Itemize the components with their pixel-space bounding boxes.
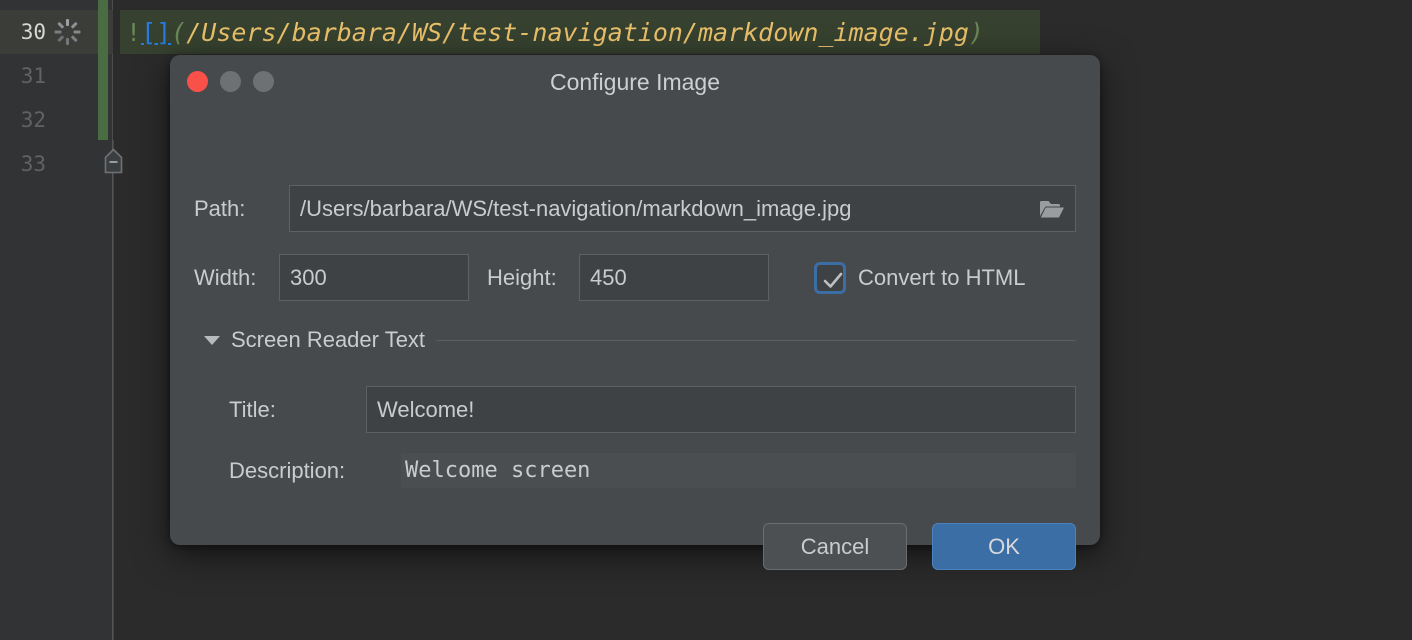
dialog-title-bar[interactable]: Configure Image xyxy=(170,55,1100,111)
editor-active-line[interactable]: ![](/Users/barbara/WS/test-navigation/ma… xyxy=(120,10,1040,54)
checkmark-icon xyxy=(823,272,843,288)
width-input[interactable]: 300 xyxy=(279,254,469,301)
cancel-button[interactable]: Cancel xyxy=(763,523,907,570)
markdown-brackets[interactable]: [] xyxy=(141,18,171,47)
screen-root: 30 31 32 33 ![](/Users/barbara/WS/test-n… xyxy=(0,0,1412,640)
chevron-down-icon[interactable] xyxy=(204,335,220,345)
fold-collapse-icon[interactable] xyxy=(104,148,123,174)
gutter-line-31[interactable]: 31 xyxy=(0,54,113,98)
markdown-bang: ! xyxy=(126,17,142,47)
markdown-image-path[interactable]: /Users/barbara/WS/test-navigation/markdo… xyxy=(186,18,969,47)
vcs-change-marker[interactable] xyxy=(98,0,108,140)
convert-to-html-checkbox[interactable] xyxy=(814,261,846,294)
line-number: 30 xyxy=(20,20,46,44)
folder-open-icon[interactable] xyxy=(1039,198,1065,219)
section-divider xyxy=(436,339,1076,341)
width-label: Width: xyxy=(194,264,257,290)
line-number: 32 xyxy=(20,108,46,132)
path-row: Path: /Users/barbara/WS/test-navigation/… xyxy=(194,185,1076,232)
gutter-line-33[interactable]: 33 xyxy=(0,142,113,186)
gutter-line-30[interactable]: 30 xyxy=(0,10,113,54)
markdown-open-paren: ( xyxy=(171,17,187,47)
height-value: 450 xyxy=(590,264,627,290)
fold-region-line xyxy=(112,140,114,640)
path-value: /Users/barbara/WS/test-navigation/markdo… xyxy=(300,195,852,221)
loading-spinner-icon[interactable] xyxy=(54,19,80,45)
line-number: 33 xyxy=(20,152,46,176)
title-value: Welcome! xyxy=(377,396,475,422)
width-value: 300 xyxy=(290,264,327,290)
screen-reader-description-row: Description: Welcome screen xyxy=(194,453,1076,488)
screen-reader-section-title: Screen Reader Text xyxy=(231,327,426,352)
dimensions-row: Width: 300 Height: 450 Convert to HTML xyxy=(194,254,1076,301)
editor-gutter[interactable]: 30 31 32 33 xyxy=(0,0,113,640)
path-label: Path: xyxy=(194,195,246,221)
description-label: Description: xyxy=(229,457,346,483)
markdown-close-paren: ) xyxy=(968,17,984,47)
path-input[interactable]: /Users/barbara/WS/test-navigation/markdo… xyxy=(289,185,1076,232)
ok-button[interactable]: OK xyxy=(932,523,1076,570)
description-value: Welcome screen xyxy=(405,458,591,483)
screen-reader-section-header[interactable]: Screen Reader Text xyxy=(204,327,1076,353)
screen-reader-title-row: Title: Welcome! xyxy=(194,386,1076,433)
gutter-line-32[interactable]: 32 xyxy=(0,98,113,142)
markdown-image-link: ![](/Users/barbara/WS/test-navigation/ma… xyxy=(126,20,984,45)
height-label: Height: xyxy=(487,264,557,290)
dialog-title: Configure Image xyxy=(549,69,721,95)
title-input[interactable]: Welcome! xyxy=(366,386,1076,433)
line-number: 31 xyxy=(20,64,46,88)
convert-to-html-row[interactable]: Convert to HTML xyxy=(814,261,1026,294)
height-input[interactable]: 450 xyxy=(579,254,769,301)
configure-image-dialog: Configure Image Path: /Users/barbara/WS/… xyxy=(170,55,1100,570)
description-input[interactable]: Welcome screen xyxy=(401,453,1076,488)
dialog-buttons: Cancel OK xyxy=(763,523,1076,570)
title-label: Title: xyxy=(229,396,276,422)
convert-to-html-label: Convert to HTML xyxy=(858,264,1026,290)
